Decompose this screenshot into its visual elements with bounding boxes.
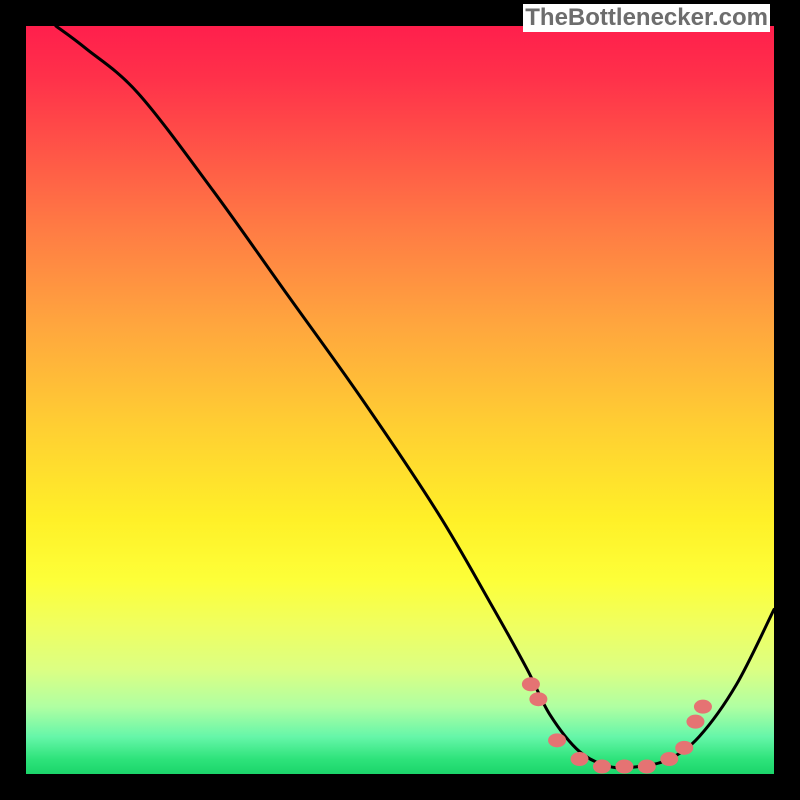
highlight-marker xyxy=(593,760,611,774)
highlight-marker xyxy=(615,760,633,774)
plot-area xyxy=(26,26,774,774)
highlight-marker xyxy=(529,692,547,706)
highlight-marker xyxy=(548,733,566,747)
attribution-label: TheBottlenecker.com xyxy=(523,4,770,32)
chart-frame: TheBottlenecker.com xyxy=(0,0,800,800)
highlight-marker xyxy=(522,677,540,691)
highlight-marker xyxy=(686,715,704,729)
highlight-marker-group xyxy=(522,677,712,773)
highlight-marker xyxy=(571,752,589,766)
highlight-marker xyxy=(638,760,656,774)
highlight-marker xyxy=(675,741,693,755)
highlight-marker xyxy=(694,700,712,714)
chart-svg xyxy=(26,26,774,774)
highlight-marker xyxy=(660,752,678,766)
bottleneck-curve xyxy=(56,26,774,768)
